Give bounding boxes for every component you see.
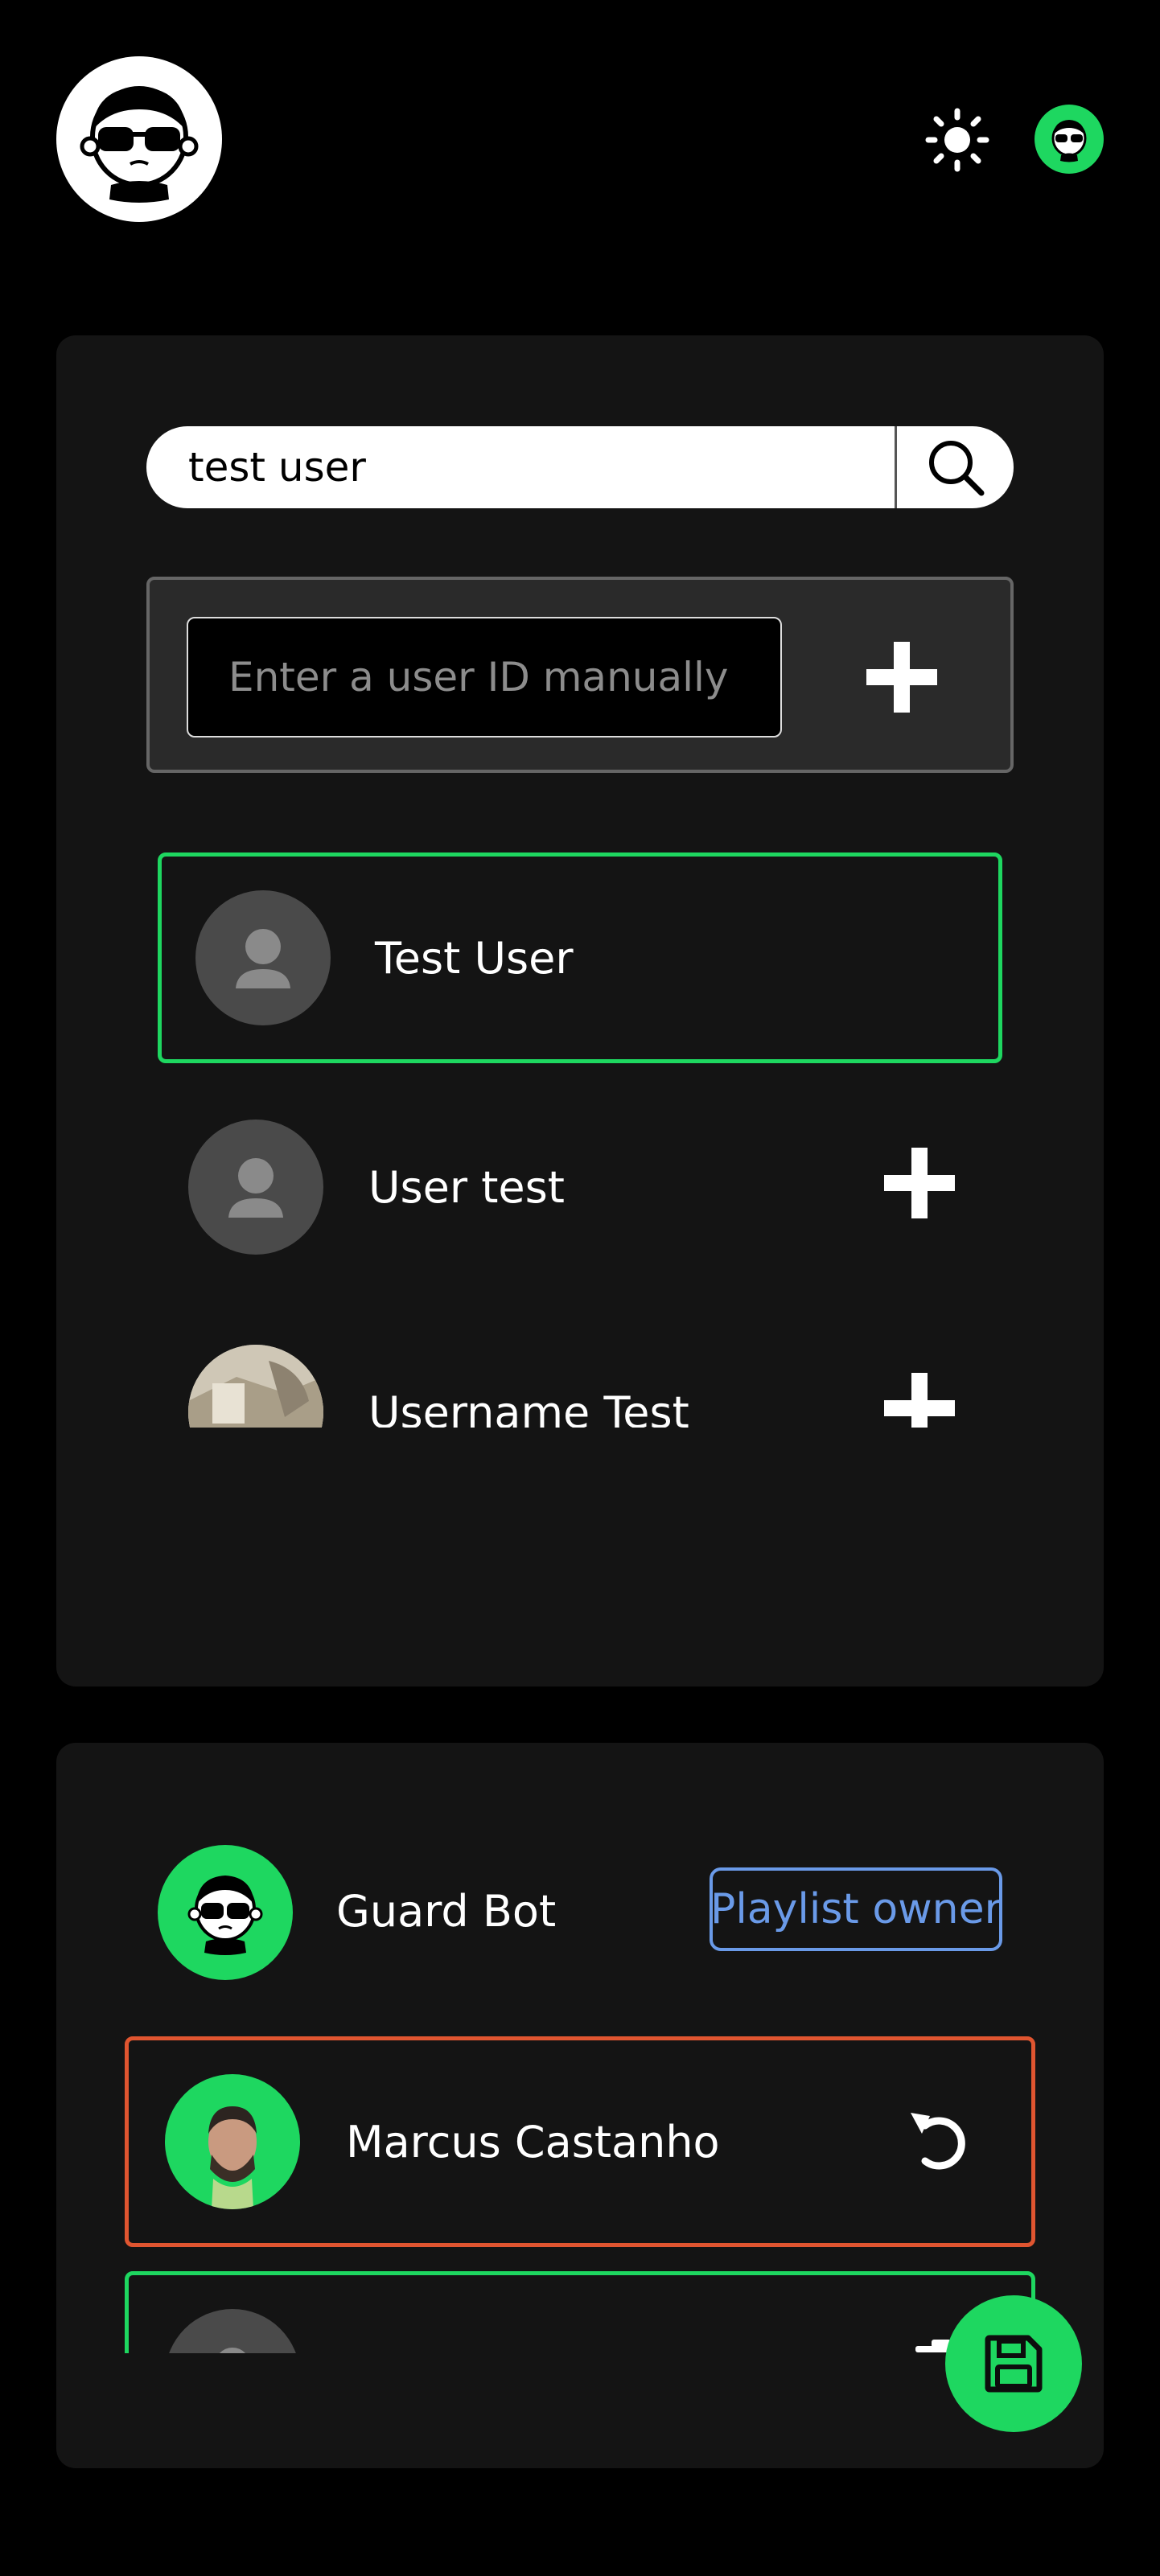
user-id-input[interactable] <box>187 617 782 737</box>
undo-button[interactable] <box>901 2105 978 2182</box>
guard-bot-logo-icon <box>80 86 199 203</box>
search-result-item[interactable]: Test User <box>158 853 1002 1063</box>
add-member-plus-icon[interactable] <box>884 1373 955 1428</box>
photo-thumbnail-icon <box>188 1345 323 1428</box>
result-name: Username Test <box>368 1387 689 1428</box>
result-name: Test User <box>375 933 574 984</box>
add-user-id-button[interactable] <box>841 617 962 737</box>
guard-bot-avatar-icon <box>1051 120 1087 162</box>
profile-avatar-button[interactable] <box>1035 105 1104 174</box>
playlist-owner-badge: Playlist owner <box>710 1867 1002 1951</box>
members-list: Marcus Castanho <box>121 2027 1039 2353</box>
search-results-list: Test User User test Username Test <box>146 836 1014 1428</box>
save-button[interactable] <box>945 2295 1082 2432</box>
search-result-item[interactable]: User test <box>158 1082 1002 1292</box>
guard-bot-avatar-icon <box>187 1876 263 1955</box>
theme-toggle-button[interactable] <box>925 108 989 172</box>
member-portrait-icon <box>208 2106 257 2209</box>
member-name: Marcus Castanho <box>346 2117 720 2167</box>
default-avatar <box>195 890 331 1025</box>
search-result-item[interactable]: Username Test <box>158 1307 1002 1428</box>
member-avatar <box>165 2074 300 2209</box>
result-name: User test <box>368 1162 565 1213</box>
member-item-pending-removal: Marcus Castanho <box>125 2036 1035 2247</box>
plus-icon <box>866 642 937 713</box>
person-icon <box>228 1158 283 1218</box>
owner-name: Guard Bot <box>336 1886 557 1937</box>
user-photo-avatar <box>188 1345 323 1428</box>
default-avatar <box>165 2309 300 2353</box>
undo-icon <box>911 2113 965 2170</box>
sun-icon <box>925 108 989 172</box>
person-icon <box>236 929 290 988</box>
search-button[interactable] <box>897 426 1014 508</box>
save-icon <box>985 2335 1043 2393</box>
search-bar <box>146 426 1014 508</box>
search-icon <box>928 441 984 496</box>
app-logo[interactable] <box>56 56 222 222</box>
add-member-plus-icon[interactable] <box>884 1148 955 1218</box>
search-input[interactable] <box>146 426 895 508</box>
owner-avatar <box>158 1845 293 1980</box>
person-icon <box>219 2348 246 2353</box>
manual-user-id-box <box>146 577 1014 773</box>
default-avatar <box>188 1120 323 1255</box>
member-item-pending-add <box>125 2271 1035 2353</box>
